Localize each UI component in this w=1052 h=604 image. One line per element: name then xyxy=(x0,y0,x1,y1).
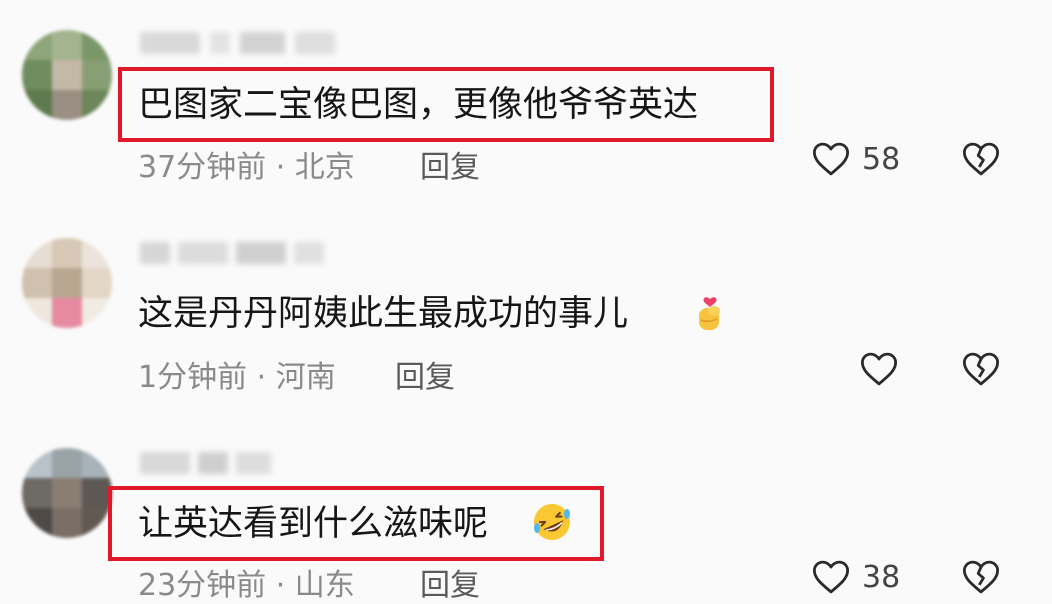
comment-meta: 37分钟前 · 北京 xyxy=(138,150,355,185)
username-blurred[interactable] xyxy=(140,238,340,268)
avatar[interactable] xyxy=(22,448,112,538)
comment-meta: 23分钟前 · 山东 xyxy=(138,568,355,603)
broken-heart-icon[interactable] xyxy=(960,556,1002,598)
comment-text: 这是丹丹阿姨此生最成功的事儿 xyxy=(138,294,629,334)
broken-heart-icon[interactable] xyxy=(960,348,1002,390)
broken-heart-icon[interactable] xyxy=(960,138,1002,180)
username-blurred[interactable] xyxy=(140,448,280,478)
reply-button[interactable]: 回复 xyxy=(420,142,480,186)
heart-outline-icon[interactable] xyxy=(810,138,852,180)
heart-outline-icon[interactable] xyxy=(810,556,852,598)
rolling-laughing-emoji xyxy=(534,504,570,540)
comment-text: 让英达看到什么滋味呢 xyxy=(138,504,489,544)
comment-text: 巴图家二宝像巴图，更像他爷爷英达 xyxy=(138,85,699,125)
username-blurred[interactable] xyxy=(140,28,340,58)
reply-button[interactable]: 回复 xyxy=(420,560,480,604)
finger-heart-emoji xyxy=(699,297,720,330)
reply-button[interactable]: 回复 xyxy=(395,352,455,396)
like-count: 38 xyxy=(862,560,901,595)
avatar[interactable] xyxy=(22,238,112,328)
like-count: 58 xyxy=(862,142,901,177)
heart-outline-icon[interactable] xyxy=(858,348,900,390)
avatar[interactable] xyxy=(22,30,112,120)
comment-meta: 1分钟前 · 河南 xyxy=(138,360,336,395)
